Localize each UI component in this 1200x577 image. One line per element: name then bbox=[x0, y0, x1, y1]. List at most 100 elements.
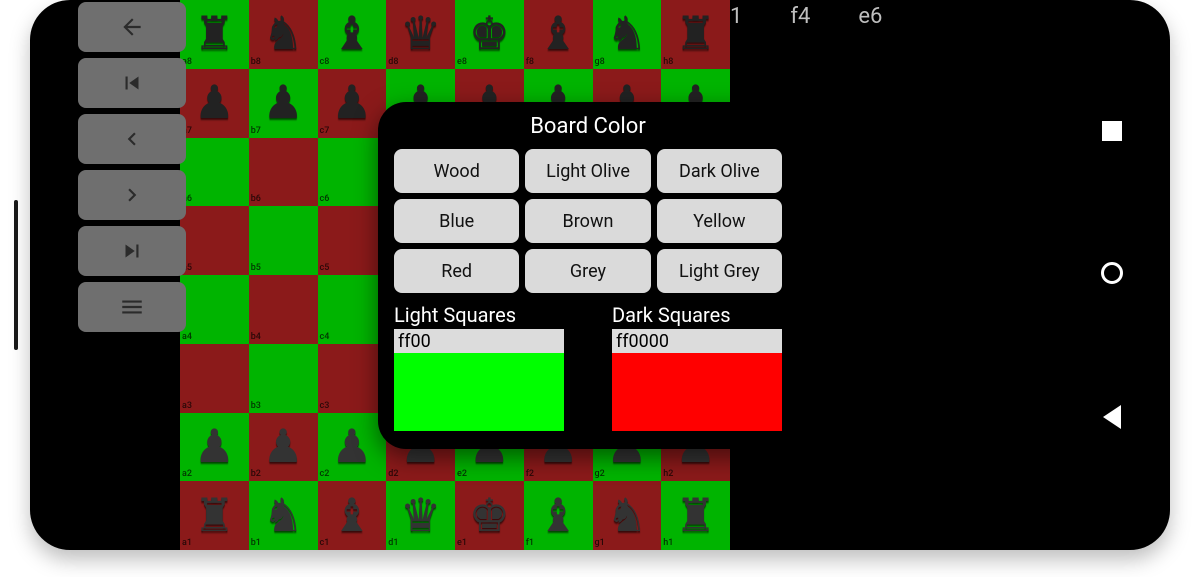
system-back-icon[interactable] bbox=[1103, 405, 1121, 429]
square-coord: g8 bbox=[595, 58, 605, 67]
nav-back-button[interactable] bbox=[78, 2, 186, 52]
board-square[interactable]: b5 bbox=[249, 206, 318, 275]
square-coord: e1 bbox=[457, 539, 467, 548]
board-square[interactable]: c1♝ bbox=[318, 481, 387, 550]
color-preset-button[interactable]: Wood bbox=[394, 149, 519, 193]
nav-last-button[interactable] bbox=[78, 226, 186, 276]
board-square[interactable]: e1♚ bbox=[455, 481, 524, 550]
chess-piece[interactable]: ♟ bbox=[263, 424, 304, 470]
square-coord: a2 bbox=[182, 470, 192, 479]
square-coord: e8 bbox=[457, 58, 467, 67]
color-preset-button[interactable]: Brown bbox=[525, 199, 650, 243]
square-coord: f8 bbox=[526, 58, 534, 67]
chess-piece[interactable]: ♟ bbox=[194, 424, 235, 470]
nav-next-button[interactable] bbox=[78, 170, 186, 220]
square-coord: b6 bbox=[251, 195, 261, 204]
light-squares-preview[interactable] bbox=[394, 353, 564, 431]
board-square[interactable]: b1♞ bbox=[249, 481, 318, 550]
status-move-black: e6 bbox=[858, 4, 882, 29]
chess-piece[interactable]: ♝ bbox=[331, 11, 372, 57]
move-status: 1 f4 e6 bbox=[730, 4, 882, 29]
chess-piece[interactable]: ♞ bbox=[606, 493, 647, 539]
board-square[interactable]: b4 bbox=[249, 275, 318, 344]
color-preset-button[interactable]: Red bbox=[394, 249, 519, 293]
square-coord: d2 bbox=[388, 470, 398, 479]
board-square[interactable]: h8♜ bbox=[661, 0, 730, 69]
square-coord: h8 bbox=[663, 58, 673, 67]
board-square[interactable]: a7♟ bbox=[180, 69, 249, 138]
board-square[interactable]: g1♞ bbox=[593, 481, 662, 550]
board-square[interactable]: b8♞ bbox=[249, 0, 318, 69]
square-coord: b3 bbox=[251, 402, 261, 411]
board-square[interactable]: c2♟ bbox=[318, 413, 387, 482]
chess-piece[interactable]: ♜ bbox=[675, 11, 716, 57]
board-square[interactable]: d8♛ bbox=[386, 0, 455, 69]
system-home-icon[interactable] bbox=[1101, 262, 1123, 284]
chess-piece[interactable]: ♝ bbox=[538, 493, 579, 539]
board-square[interactable]: a5 bbox=[180, 206, 249, 275]
chess-piece[interactable]: ♜ bbox=[194, 493, 235, 539]
board-square[interactable]: a1♜ bbox=[180, 481, 249, 550]
nav-first-button[interactable] bbox=[78, 58, 186, 108]
color-preset-button[interactable]: Dark Olive bbox=[657, 149, 782, 193]
board-square[interactable]: f8 ♝ bbox=[524, 0, 593, 69]
board-square[interactable]: c3 bbox=[318, 344, 387, 413]
chess-piece[interactable]: ♜ bbox=[675, 493, 716, 539]
board-square[interactable]: b7♟ bbox=[249, 69, 318, 138]
chess-piece[interactable]: ♟ bbox=[331, 80, 372, 126]
chess-piece[interactable]: ♞ bbox=[606, 11, 647, 57]
color-preset-button[interactable]: Blue bbox=[394, 199, 519, 243]
board-square[interactable]: c6 bbox=[318, 138, 387, 207]
board-square[interactable]: a2♟ bbox=[180, 413, 249, 482]
dark-squares-preview[interactable] bbox=[612, 353, 782, 431]
square-coord: c7 bbox=[320, 127, 330, 136]
board-square[interactable]: g8♞ bbox=[593, 0, 662, 69]
square-coord: g2 bbox=[595, 470, 605, 479]
board-square[interactable]: b3 bbox=[249, 344, 318, 413]
chess-piece[interactable]: ♞ bbox=[263, 11, 304, 57]
dialog-title: Board Color bbox=[394, 114, 782, 139]
chess-piece[interactable]: ♝ bbox=[331, 493, 372, 539]
chess-piece[interactable]: ♟ bbox=[331, 424, 372, 470]
board-square[interactable]: a8♜ bbox=[180, 0, 249, 69]
square-coord: b2 bbox=[251, 470, 261, 479]
chess-piece[interactable]: ♟ bbox=[263, 80, 304, 126]
light-squares-input[interactable]: ff00 bbox=[394, 329, 564, 353]
board-square[interactable]: d1♛ bbox=[386, 481, 455, 550]
dark-squares-input[interactable]: ff0000 bbox=[612, 329, 782, 353]
dark-squares-label: Dark Squares bbox=[612, 303, 782, 327]
board-square[interactable]: b2♟ bbox=[249, 413, 318, 482]
board-square[interactable]: f1 ♝ bbox=[524, 481, 593, 550]
nav-prev-button[interactable] bbox=[78, 114, 186, 164]
board-square[interactable]: c7♟ bbox=[318, 69, 387, 138]
square-coord: b4 bbox=[251, 333, 261, 342]
chess-piece[interactable]: ♚ bbox=[469, 493, 510, 539]
color-preset-button[interactable]: Light Grey bbox=[657, 249, 782, 293]
chess-piece[interactable]: ♟ bbox=[194, 80, 235, 126]
board-square[interactable]: c4 bbox=[318, 275, 387, 344]
color-preset-button[interactable]: Grey bbox=[525, 249, 650, 293]
board-square[interactable]: a3 bbox=[180, 344, 249, 413]
color-preset-button[interactable]: Yellow bbox=[657, 199, 782, 243]
board-square[interactable]: c8♝ bbox=[318, 0, 387, 69]
chess-piece[interactable]: ♚ bbox=[469, 11, 510, 57]
board-square[interactable]: e8♚ bbox=[455, 0, 524, 69]
color-preset-button[interactable]: Light Olive bbox=[525, 149, 650, 193]
nav-menu-button[interactable] bbox=[78, 282, 186, 332]
square-coord: b5 bbox=[251, 264, 261, 273]
chess-piece[interactable]: ♜ bbox=[194, 11, 235, 57]
chess-piece[interactable]: ♛ bbox=[400, 11, 441, 57]
system-overview-icon[interactable] bbox=[1102, 121, 1122, 141]
square-coord: a1 bbox=[182, 539, 192, 548]
board-square[interactable]: c5 bbox=[318, 206, 387, 275]
color-preset-grid: WoodLight OliveDark Olive BlueBrownYellow… bbox=[394, 149, 782, 293]
chess-piece[interactable]: ♛ bbox=[400, 493, 441, 539]
board-square[interactable]: a4 bbox=[180, 275, 249, 344]
chess-piece[interactable]: ♞ bbox=[263, 493, 304, 539]
board-square[interactable]: b6 bbox=[249, 138, 318, 207]
chess-piece[interactable]: ♝ bbox=[538, 11, 579, 57]
square-coord: f1 bbox=[526, 539, 534, 548]
board-square[interactable]: h1♜ bbox=[661, 481, 730, 550]
chevron-right-icon bbox=[119, 182, 145, 208]
board-square[interactable]: a6 bbox=[180, 138, 249, 207]
